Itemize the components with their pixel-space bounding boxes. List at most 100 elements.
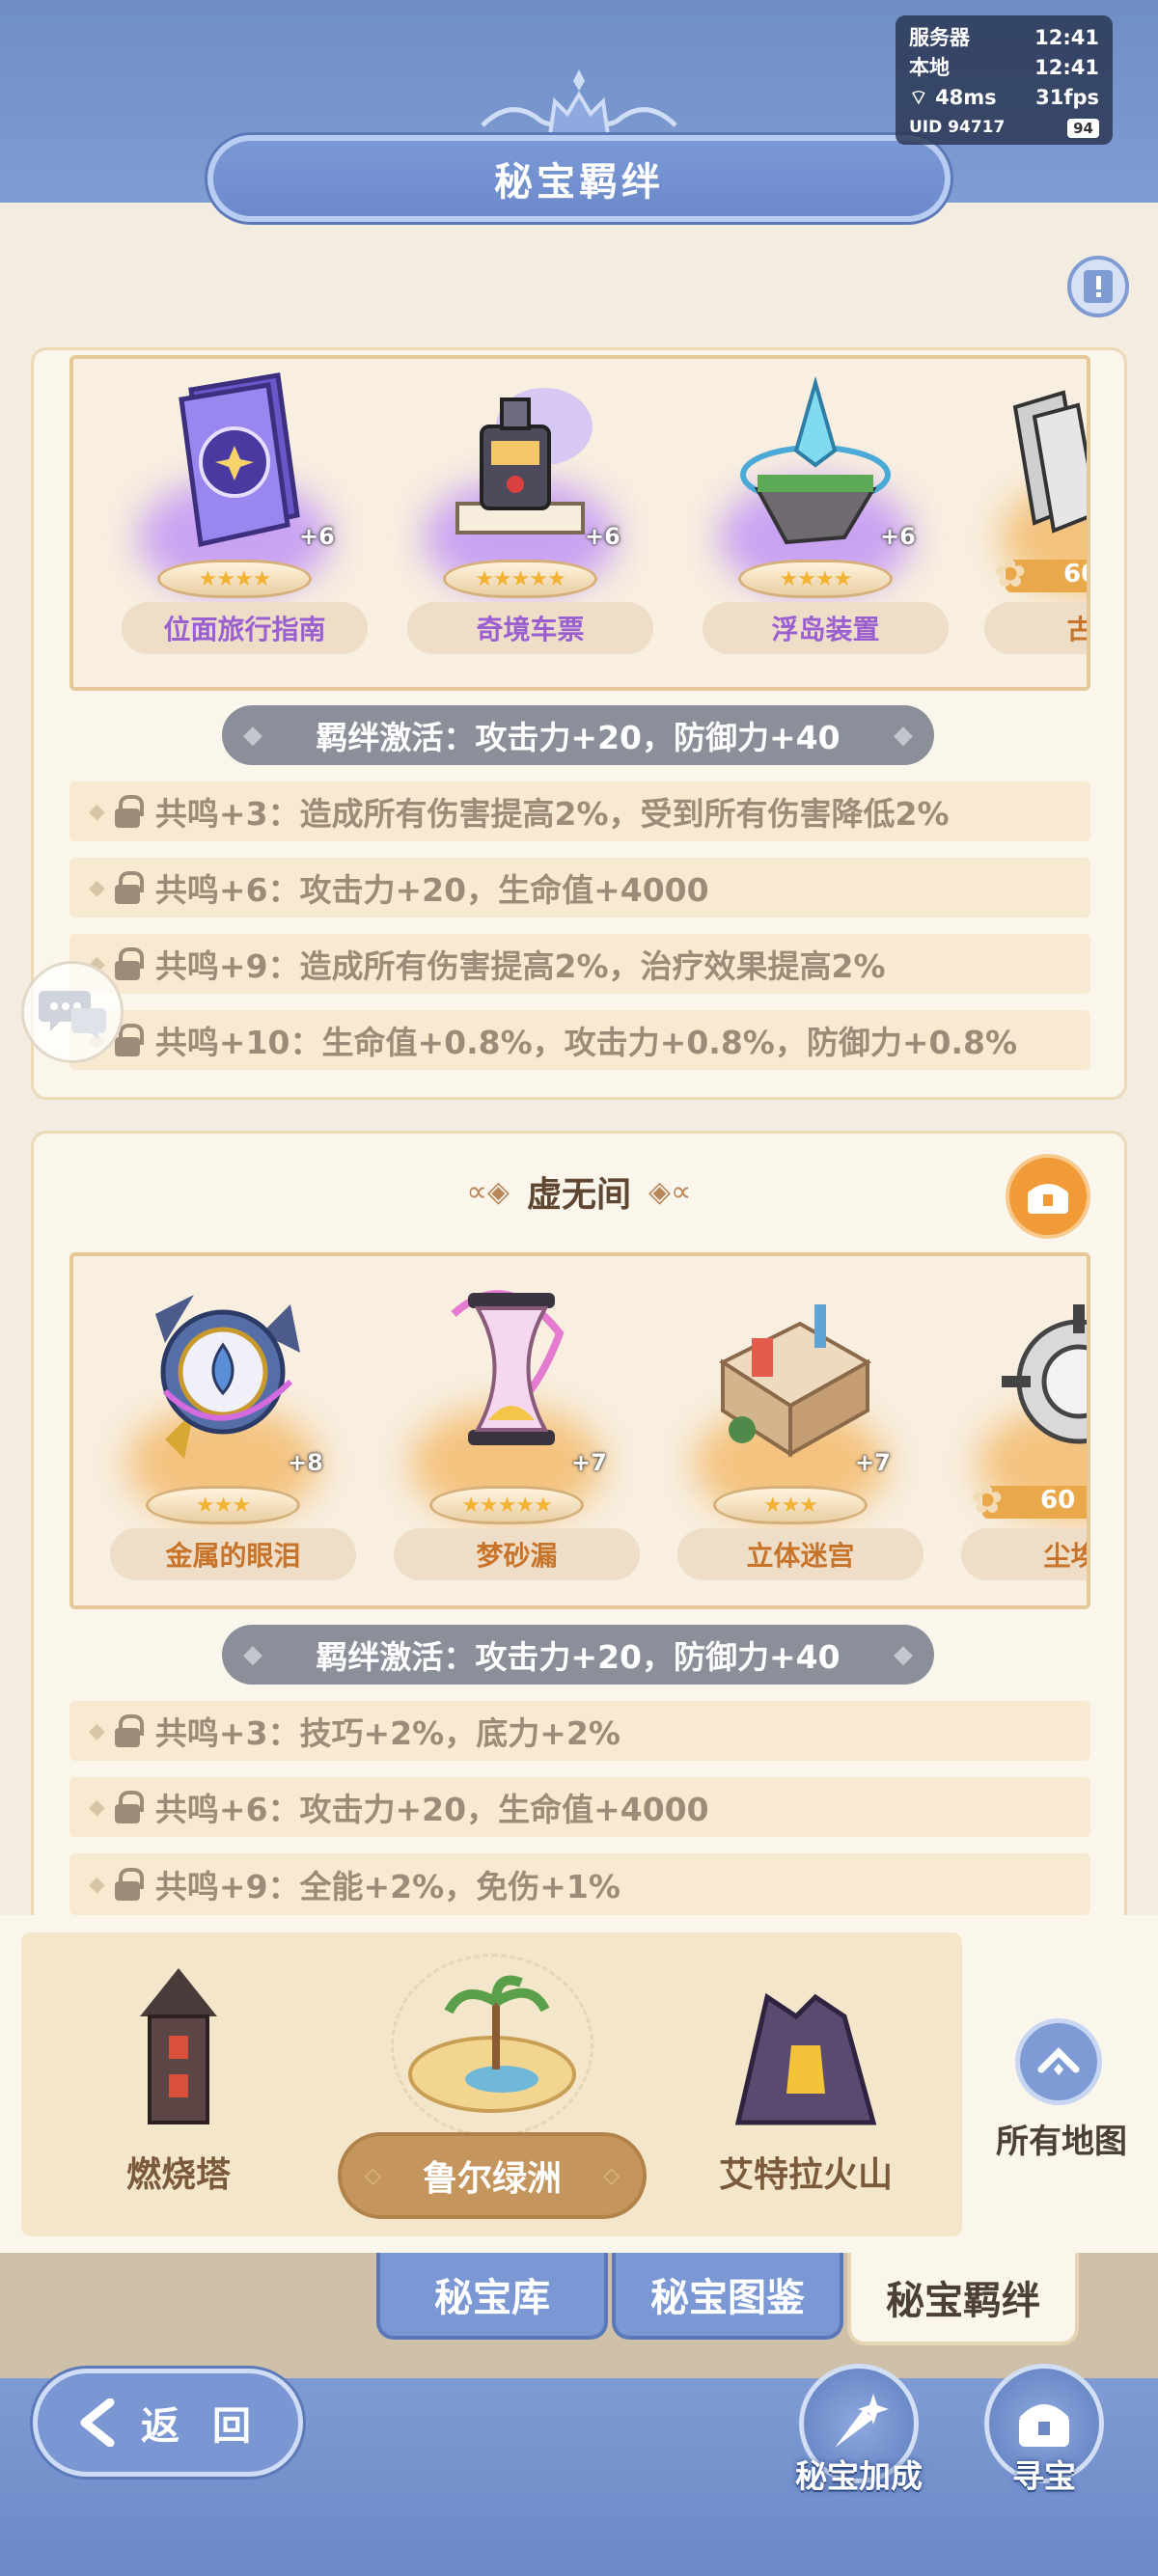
treasure-chest-button[interactable] <box>1006 1154 1090 1239</box>
treasure-card[interactable]: ✿ 60 古老大 <box>967 359 1087 658</box>
back-arrow-icon <box>80 2398 115 2447</box>
lock-icon <box>114 1714 144 1747</box>
lock-icon <box>114 795 144 828</box>
map-item-burning-tower[interactable]: 燃烧塔 <box>92 1968 265 2200</box>
treasure-bonus-label: 秘宝加成 <box>795 2457 923 2495</box>
floating-island-icon <box>740 375 891 545</box>
all-maps-button[interactable] <box>1015 2018 1102 2105</box>
map-label: 艾特拉火山 <box>718 2155 893 2195</box>
resonance-row: ◆ 共鸣+10：生命值+0.8%，攻击力+0.8%，防御力+0.8% <box>69 1010 1090 1070</box>
treasure-name: 浮岛装置 <box>703 602 949 654</box>
bond-text: 羁绊激活：攻击力+20，防御力+40 <box>316 1638 841 1676</box>
puzzle-icon: ✿ <box>971 1478 1004 1522</box>
treasure-chest-icon <box>1028 1184 1068 1214</box>
ping-value: 48ms <box>935 86 997 109</box>
treasure-plus: +7 <box>855 1449 891 1476</box>
treasure-name: 梦砂漏 <box>394 1528 640 1580</box>
lock-icon <box>114 1868 144 1901</box>
treasure-name: 位面旅行指南 <box>122 602 368 654</box>
treasure-plus: +8 <box>288 1449 323 1476</box>
fps-value: 31fps <box>1035 86 1099 109</box>
diamond-icon: ◆ <box>89 875 105 900</box>
battery-indicator: 94 <box>1067 118 1099 138</box>
page-title: 秘宝羁绊 <box>207 135 951 222</box>
resonance-text: 共鸣+6：攻击力+20，生命值+4000 <box>154 871 709 909</box>
star-rating: ★★★★★ <box>443 560 597 598</box>
crest-ornament <box>473 68 685 139</box>
guide-book-button[interactable] <box>1067 256 1129 317</box>
treasure-card[interactable]: ✿ 60 尘埃的 <box>944 1275 1087 1584</box>
resonance-row: ◆ 共鸣+6：攻击力+20，生命值+4000 <box>69 1777 1090 1837</box>
metal-tear-icon <box>155 1295 300 1459</box>
sparkle-icon <box>835 2394 889 2448</box>
chat-button[interactable] <box>21 961 124 1063</box>
treasure-card[interactable]: +6 ★★★★ 浮岛装置 <box>685 359 949 658</box>
resonance-row: ◆ 共鸣+9：全能+2%，免伤+1% <box>69 1853 1090 1915</box>
treasure-card[interactable]: +7 ★★★★★ 梦砂漏 <box>376 1275 640 1584</box>
treasure-hunt-label: 寻宝 <box>1012 2457 1076 2495</box>
ancient-relic-icon <box>1012 390 1087 534</box>
tab-treasure-codex[interactable]: 秘宝图鉴 <box>612 2253 843 2340</box>
lock-icon <box>114 1791 144 1823</box>
map-item-oasis[interactable] <box>381 1944 603 2137</box>
star-rating: ★★★★★ <box>429 1486 584 1524</box>
back-button[interactable]: 返 回 <box>33 2369 303 2477</box>
resonance-row: ◆ 共鸣+6：攻击力+20，生命值+4000 <box>69 858 1090 918</box>
diamond-icon: ◆ <box>243 1640 262 1669</box>
diamond-icon: ◇ <box>603 2163 620 2188</box>
ornament-right-icon: ◈∝ <box>648 1174 692 1209</box>
treasure-name: 奇境车票 <box>407 602 653 654</box>
star-rating: ★★★ <box>713 1486 868 1524</box>
diamond-icon: ◆ <box>89 1718 105 1743</box>
gear-relic-icon <box>1002 1304 1087 1444</box>
train-ticket-icon <box>455 388 593 534</box>
treasure-strip-2: +8 ★★★ 金属的眼泪 +7 ★★★★★ 梦砂漏 +7 ★★★ 立体迷宫 ✿ … <box>69 1252 1090 1609</box>
progress-bar: ✿ 60 <box>994 552 1087 596</box>
progress-value: 60 <box>1040 1486 1076 1515</box>
map-item-volcano[interactable]: 艾特拉火山 <box>700 1978 912 2200</box>
oasis-icon <box>408 1975 576 2113</box>
lock-icon <box>114 947 144 980</box>
server-time: 12:41 <box>1034 26 1099 49</box>
local-time: 12:41 <box>1034 56 1099 79</box>
bond-text: 羁绊激活：攻击力+20，防御力+40 <box>316 719 841 756</box>
map-label: 燃烧塔 <box>125 2155 231 2195</box>
tab-treasure-vault[interactable]: 秘宝库 <box>376 2253 608 2340</box>
lock-icon <box>114 871 144 904</box>
bond-activation: ◆ 羁绊激活：攻击力+20，防御力+40 ◆ <box>222 1625 934 1685</box>
chevron-up-icon <box>1037 2047 1080 2075</box>
progress-value: 60 <box>1063 560 1087 589</box>
ornament-left-icon: ∝◈ <box>466 1174 510 1209</box>
star-rating: ★★★★ <box>157 560 312 598</box>
resonance-text: 共鸣+9：造成所有伤害提高2%，治疗效果提高2% <box>154 947 886 985</box>
treasure-name: 立体迷宫 <box>677 1528 924 1580</box>
local-label: 本地 <box>909 56 950 79</box>
back-label: 返 回 <box>141 2404 261 2449</box>
network-stats-panel: 服务器 12:41 本地 12:41 ⌔ 48ms 31fps UID 94717 … <box>896 15 1113 145</box>
resonance-text: 共鸣+3：技巧+2%，底力+2% <box>154 1714 620 1752</box>
guide-book-icon <box>1084 270 1113 303</box>
tower-icon <box>140 1968 217 2124</box>
treasure-plus: +6 <box>299 523 335 550</box>
puzzle-icon: ✿ <box>994 552 1027 596</box>
resonance-row: ◆ 共鸣+3：造成所有伤害提高2%，受到所有伤害降低2% <box>69 781 1090 841</box>
treasure-card[interactable]: +8 ★★★ 金属的眼泪 <box>93 1275 356 1584</box>
bond-activation: ◆ 羁绊激活：攻击力+20，防御力+40 ◆ <box>222 705 934 765</box>
diamond-icon: ◆ <box>894 721 913 750</box>
treasure-card[interactable]: +6 ★★★★★ 奇境车票 <box>390 359 653 658</box>
treasure-card[interactable]: +6 ★★★★ 位面旅行指南 <box>104 359 368 658</box>
tab-treasure-bond[interactable]: 秘宝羁绊 <box>847 2253 1079 2345</box>
resonance-text: 共鸣+3：造成所有伤害提高2%，受到所有伤害降低2% <box>154 795 950 833</box>
star-rating: ★★★★ <box>738 560 893 598</box>
resonance-text: 共鸣+10：生命值+0.8%，攻击力+0.8%，防御力+0.8% <box>154 1024 1018 1061</box>
treasure-plus: +7 <box>571 1449 607 1476</box>
volcano-icon <box>734 1992 877 2125</box>
treasure-name: 尘埃的 <box>961 1528 1087 1580</box>
treasure-name: 金属的眼泪 <box>110 1528 356 1580</box>
book-icon <box>179 372 300 548</box>
selected-map-button[interactable]: ◇ 鲁尔绿洲 ◇ <box>338 2132 647 2219</box>
selected-map-label: 鲁尔绿洲 <box>422 2159 562 2199</box>
resonance-row: ◆ 共鸣+3：技巧+2%，底力+2% <box>69 1701 1090 1761</box>
treasure-card[interactable]: +7 ★★★ 立体迷宫 <box>660 1275 924 1584</box>
resonance-row: ◆ 共鸣+9：造成所有伤害提高2%，治疗效果提高2% <box>69 934 1090 994</box>
